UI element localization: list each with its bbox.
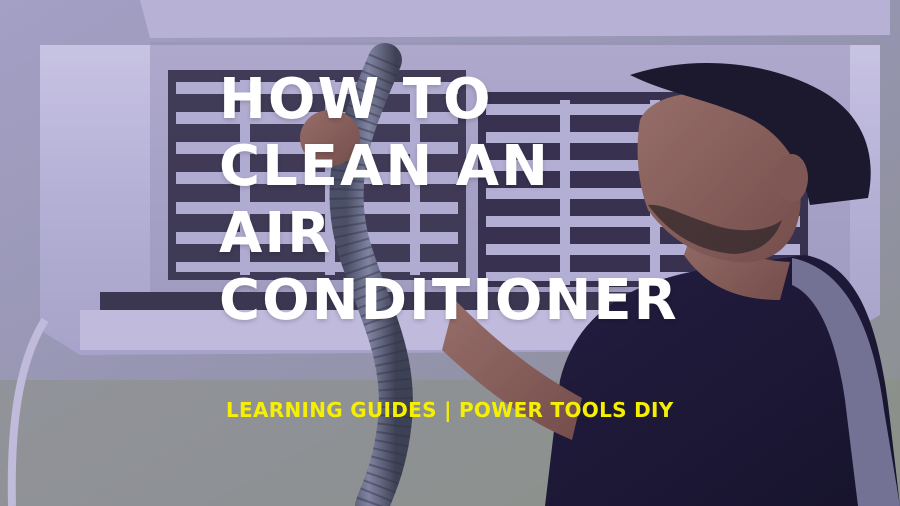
subtitle: LEARNING GUIDES | POWER TOOLS DIY (226, 398, 674, 422)
thumbnail-canvas: HOW TO CLEAN AN AIR CONDITIONER LEARNING… (0, 0, 900, 506)
title-line-2: CLEAN AN (219, 134, 550, 199)
title-line-4: CONDITIONER (219, 268, 679, 333)
title-line-1: HOW TO (219, 67, 493, 132)
air-conditioner-top-lid (140, 0, 890, 38)
title-line-3: AIR (219, 201, 333, 266)
title: HOW TO CLEAN AN AIR CONDITIONER (219, 66, 839, 334)
